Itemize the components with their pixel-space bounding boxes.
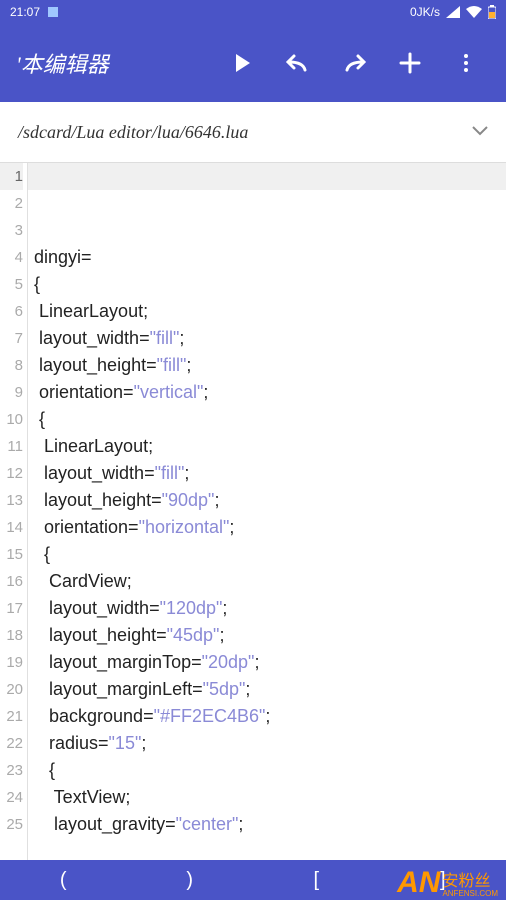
line-number: 13 (0, 487, 23, 514)
line-number: 5 (0, 271, 23, 298)
code-line[interactable]: layout_height="45dp"; (28, 622, 506, 649)
code-content[interactable]: dingyi={ LinearLayout; layout_width="fil… (28, 163, 506, 860)
code-editor[interactable]: 1234567891011121314151617181920212223242… (0, 162, 506, 860)
code-line[interactable]: orientation="vertical"; (28, 379, 506, 406)
status-bar: 21:07 0JK/s (0, 0, 506, 24)
code-line[interactable]: layout_height="fill"; (28, 352, 506, 379)
status-net-speed: 0JK/s (410, 5, 440, 19)
code-line[interactable]: layout_marginTop="20dp"; (28, 649, 506, 676)
code-line[interactable]: layout_marginLeft="5dp"; (28, 676, 506, 703)
symbol-bar: ()[] AN 安粉丝 ANFENSI.COM (0, 860, 506, 900)
code-line[interactable]: layout_width="fill"; (28, 460, 506, 487)
line-number: 19 (0, 649, 23, 676)
code-line[interactable]: layout_height="90dp"; (28, 487, 506, 514)
code-line[interactable]: layout_width="fill"; (28, 325, 506, 352)
code-line[interactable] (28, 163, 506, 190)
line-number: 14 (0, 514, 23, 541)
watermark-cn: 安粉丝 (442, 874, 498, 890)
run-button[interactable] (218, 39, 266, 87)
code-line[interactable]: layout_width="120dp"; (28, 595, 506, 622)
code-line[interactable]: LinearLayout; (28, 298, 506, 325)
code-line[interactable]: dingyi= (28, 244, 506, 271)
code-line[interactable]: layout_gravity="center"; (28, 811, 506, 838)
line-number: 22 (0, 730, 23, 757)
code-line[interactable]: { (28, 757, 506, 784)
symbol-key[interactable]: ) (127, 869, 254, 892)
symbol-key[interactable]: [ (253, 869, 380, 892)
code-line[interactable] (28, 217, 506, 244)
battery-icon (488, 5, 496, 19)
line-number: 6 (0, 298, 23, 325)
code-line[interactable]: radius="15"; (28, 730, 506, 757)
wifi-icon (466, 6, 482, 18)
app-title: '本编辑器 (16, 47, 210, 79)
path-bar[interactable]: /sdcard/Lua editor/lua/6646.lua (0, 102, 506, 162)
code-line[interactable]: CardView; (28, 568, 506, 595)
line-number: 3 (0, 217, 23, 244)
line-number: 4 (0, 244, 23, 271)
code-line[interactable]: LinearLayout; (28, 433, 506, 460)
line-number: 18 (0, 622, 23, 649)
watermark-logo: AN (397, 868, 440, 898)
line-number: 1 (0, 163, 23, 190)
line-number: 24 (0, 784, 23, 811)
code-line[interactable] (28, 190, 506, 217)
line-number: 25 (0, 811, 23, 838)
redo-button[interactable] (330, 39, 378, 87)
line-number: 21 (0, 703, 23, 730)
code-line[interactable]: TextView; (28, 784, 506, 811)
line-number-gutter: 1234567891011121314151617181920212223242… (0, 163, 28, 860)
code-line[interactable]: { (28, 271, 506, 298)
line-number: 17 (0, 595, 23, 622)
code-line[interactable]: { (28, 541, 506, 568)
add-button[interactable] (386, 39, 434, 87)
signal-icon (446, 6, 460, 18)
line-number: 12 (0, 460, 23, 487)
line-number: 2 (0, 190, 23, 217)
code-line[interactable]: background="#FF2EC4B6"; (28, 703, 506, 730)
code-line[interactable]: { (28, 406, 506, 433)
file-path: /sdcard/Lua editor/lua/6646.lua (18, 122, 472, 143)
status-time: 21:07 (10, 5, 40, 19)
toolbar: '本编辑器 (0, 24, 506, 102)
code-line[interactable]: orientation="horizontal"; (28, 514, 506, 541)
line-number: 16 (0, 568, 23, 595)
line-number: 10 (0, 406, 23, 433)
line-number: 7 (0, 325, 23, 352)
line-number: 23 (0, 757, 23, 784)
symbol-key[interactable]: ( (0, 869, 127, 892)
chevron-down-icon (472, 123, 488, 141)
overflow-menu-button[interactable] (442, 39, 490, 87)
status-app-icon (46, 5, 60, 19)
watermark-en: ANFENSI.COM (442, 890, 498, 898)
line-number: 15 (0, 541, 23, 568)
line-number: 20 (0, 676, 23, 703)
line-number: 9 (0, 379, 23, 406)
watermark: AN 安粉丝 ANFENSI.COM (397, 868, 498, 898)
line-number: 8 (0, 352, 23, 379)
line-number: 11 (0, 433, 23, 460)
undo-button[interactable] (274, 39, 322, 87)
